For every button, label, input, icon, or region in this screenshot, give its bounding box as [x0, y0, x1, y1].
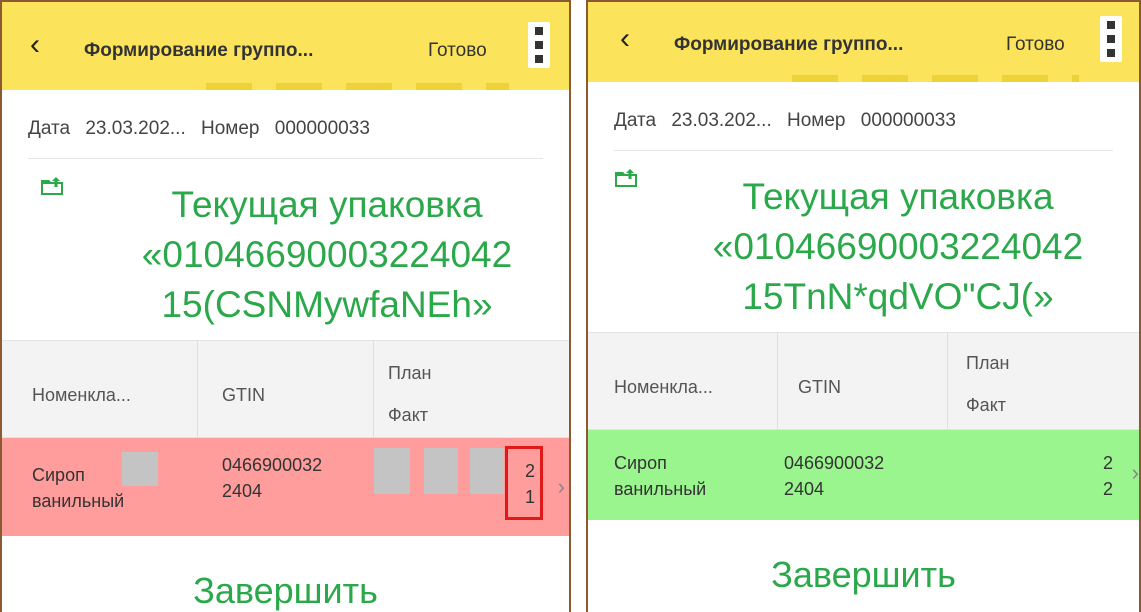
page-title: Формирование группо...: [84, 40, 314, 61]
more-vertical-icon[interactable]: [1100, 16, 1122, 62]
chevron-right-icon: ›: [1131, 460, 1139, 485]
row-gtin: 0466900032 2404: [222, 455, 323, 501]
column-plan-fact[interactable]: План Факт: [948, 333, 1139, 429]
app-header: ‹ Формирование группо... Готово: [588, 2, 1139, 82]
number-label: Номер: [201, 118, 260, 139]
column-plan-fact[interactable]: План Факт: [374, 341, 569, 437]
divider: [614, 150, 1113, 151]
back-button[interactable]: ‹: [30, 30, 40, 60]
redacted-area: [122, 452, 158, 486]
screen-match: ‹ Формирование группо... Готово Дата 23.…: [586, 0, 1141, 612]
more-vertical-icon[interactable]: [528, 22, 550, 68]
doc-info: Дата 23.03.202... Номер 000000033: [28, 118, 370, 140]
column-nomenclature[interactable]: Номенкла...: [2, 341, 198, 437]
page-title: Формирование группо...: [674, 34, 904, 55]
table-header: Номенкла... GTIN План Факт: [2, 340, 569, 438]
current-package-code-2: 15TnN*qdVO"CJ(»: [742, 276, 1054, 317]
column-gtin[interactable]: GTIN: [778, 333, 948, 429]
redacted-area: [374, 448, 410, 494]
current-package-code-2: 15(CSNMywfaNEh»: [161, 284, 493, 325]
divider: [28, 158, 543, 159]
doc-info: Дата 23.03.202... Номер 000000033: [614, 110, 956, 132]
row-gtin: 0466900032 2404: [784, 453, 885, 499]
back-button[interactable]: ‹: [620, 24, 630, 54]
number-label: Номер: [787, 110, 846, 131]
package-upload-icon[interactable]: [40, 176, 64, 196]
number-value: 000000033: [274, 118, 370, 139]
date-value: 23.03.202...: [671, 110, 772, 131]
current-package-title: Текущая упаковка: [171, 184, 483, 225]
current-package: Текущая упаковка «01046690003224042 15Tn…: [658, 172, 1138, 322]
chevron-right-icon: ›: [557, 474, 565, 499]
fact-value: 2: [1102, 479, 1113, 499]
date-value: 23.03.202...: [85, 118, 186, 139]
done-button[interactable]: Готово: [1006, 34, 1065, 56]
column-nomenclature[interactable]: Номенкла...: [588, 333, 778, 429]
current-package-title: Текущая упаковка: [742, 176, 1054, 217]
table-row[interactable]: Сироп ванильный 0466900032 2404 2 1 ›: [2, 438, 569, 536]
redacted-area: [470, 448, 504, 494]
row-name: Сироп ванильный: [614, 453, 707, 499]
date-label: Дата: [614, 110, 657, 131]
app-header: ‹ Формирование группо... Готово: [2, 2, 569, 90]
highlight-box: [505, 446, 543, 520]
package-upload-icon[interactable]: [614, 168, 638, 188]
date-label: Дата: [28, 118, 71, 139]
row-plan-fact: 2 2: [1103, 450, 1113, 502]
chevron-left-icon: ‹: [30, 28, 40, 61]
current-package-code-1: «01046690003224042: [712, 226, 1084, 267]
done-button[interactable]: Готово: [428, 40, 487, 62]
finish-button[interactable]: Завершить: [588, 554, 1139, 596]
current-package-code-1: «01046690003224042: [141, 234, 513, 275]
current-package: Текущая упаковка «01046690003224042 15(C…: [82, 180, 569, 330]
table-header: Номенкла... GTIN План Факт: [588, 332, 1139, 430]
number-value: 000000033: [860, 110, 956, 131]
row-name: Сироп ванильный: [32, 465, 125, 511]
chevron-left-icon: ‹: [620, 22, 630, 55]
redacted-area: [424, 448, 458, 494]
screen-mismatch: ‹ Формирование группо... Готово Дата 23.…: [0, 0, 571, 612]
column-gtin[interactable]: GTIN: [198, 341, 374, 437]
plan-value: 2: [1102, 453, 1113, 473]
finish-button[interactable]: Завершить: [2, 570, 569, 612]
table-row[interactable]: Сироп ванильный 0466900032 2404 2 2 ›: [588, 430, 1139, 520]
